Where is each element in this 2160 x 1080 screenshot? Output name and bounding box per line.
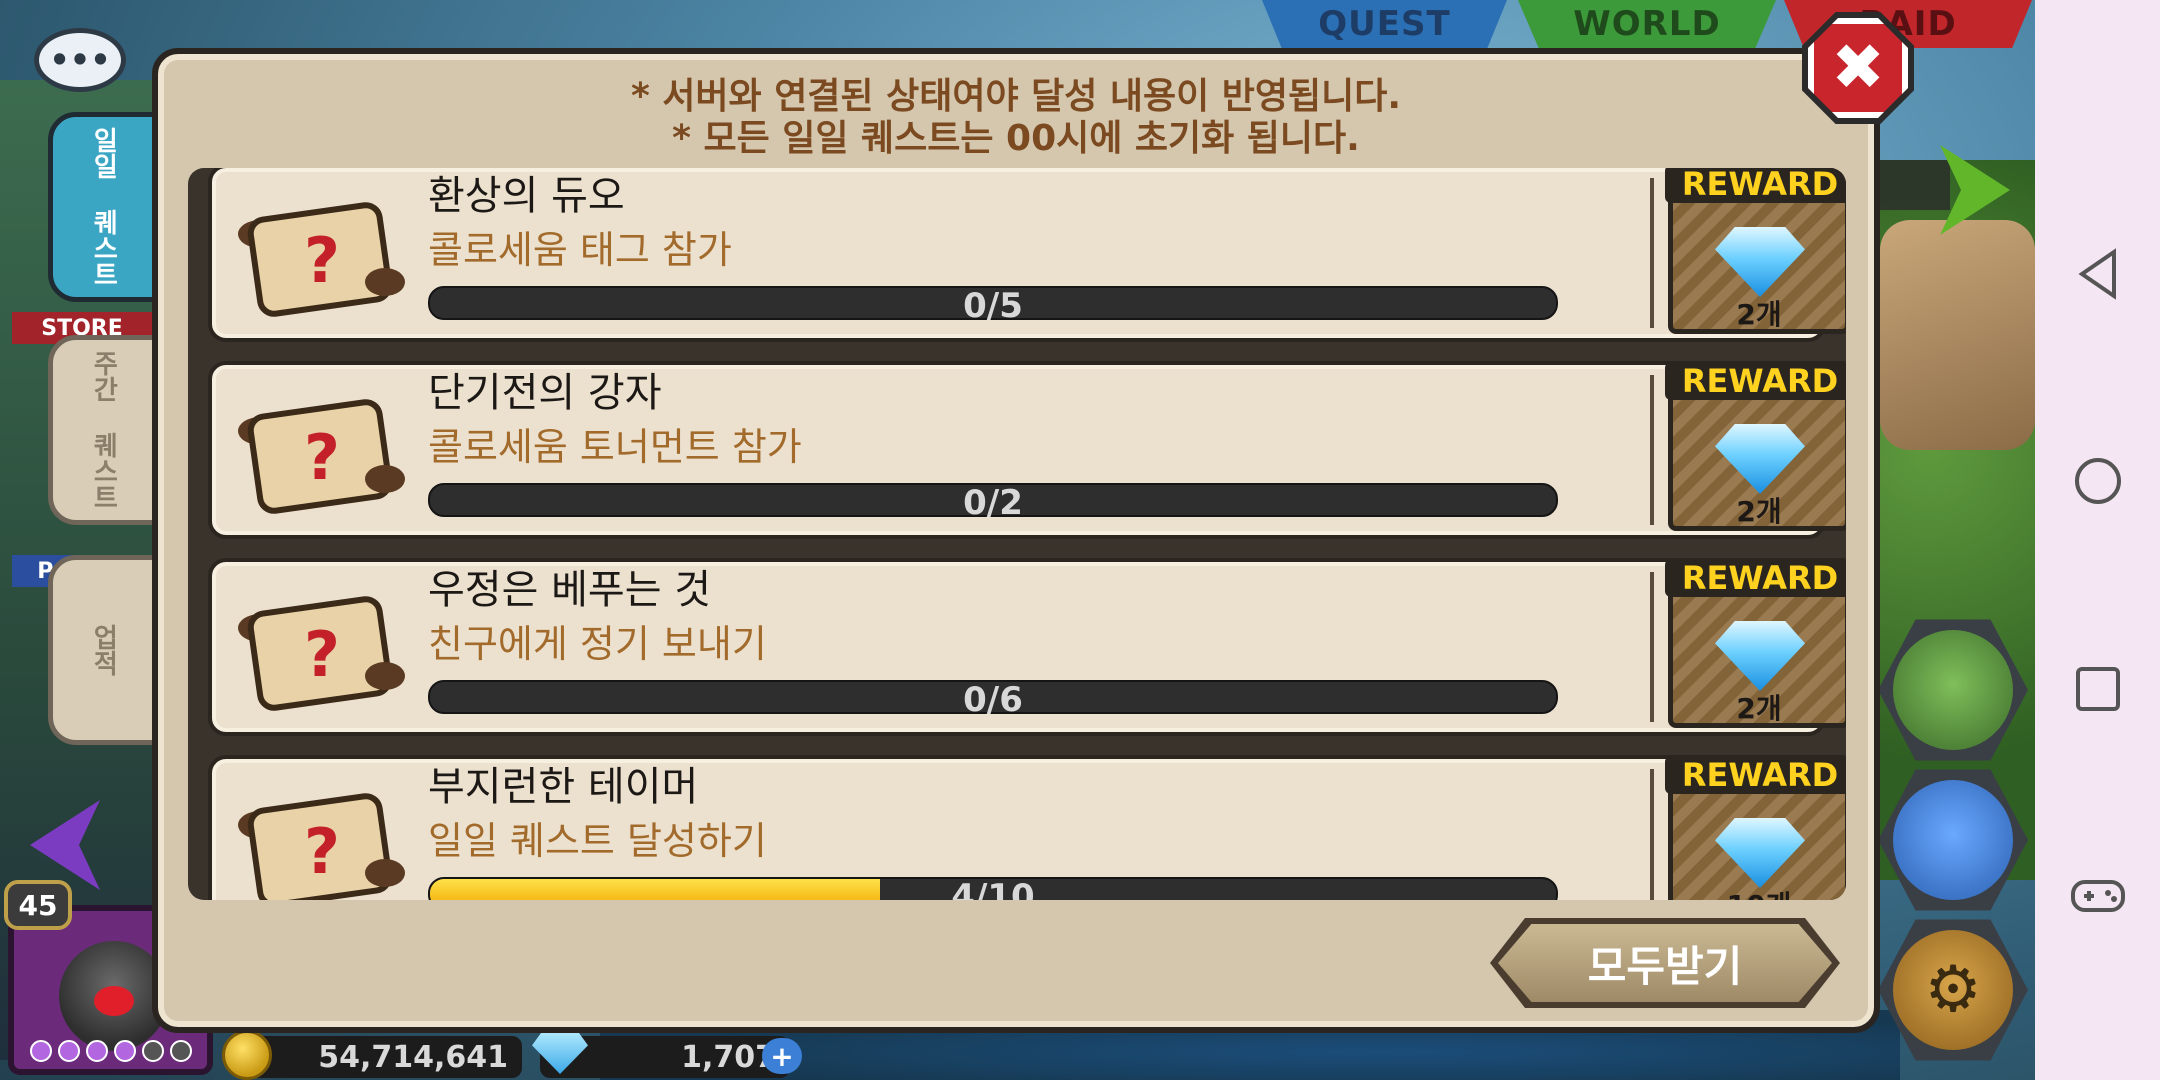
quest-scroll-icon: ? [238,793,405,900]
quest-title: 단기전의 강자 [428,370,662,416]
rank-dot [170,1040,192,1062]
tab-daily-quest[interactable]: 일일 퀘스트 [48,112,158,302]
modal-notice: * 서버와 연결된 상태여야 달성 내용이 반영됩니다. * 모든 일일 퀘스트… [158,76,1874,160]
reward-quantity: 2개 [1736,298,1782,331]
diamond-icon [1715,227,1805,297]
npc-face-icon [1893,630,2013,750]
recents-icon[interactable] [2068,659,2128,719]
svg-text:?: ? [304,224,340,297]
reward-quantity: 10개 [1673,884,1845,900]
quest-description: 콜로세움 토너먼트 참가 [428,425,802,469]
quest-scroll-icon: ? [238,596,405,711]
notice-line: * 서버와 연결된 상태여야 달성 내용이 반영됩니다. [630,76,1402,117]
rank-dot [114,1040,136,1062]
quest-item: ? 단기전의 강자 콜로세움 토너먼트 참가 0/2 REWARD 2개 [208,361,1846,539]
tab-achievement[interactable]: 업적 [48,555,158,745]
rank-dot [58,1040,80,1062]
claim-all-button[interactable]: 모두받기 [1498,924,1832,1002]
quest-title: 환상의 듀오 [428,173,625,219]
quest-item: ? 우정은 베푸는 것 친구에게 정기 보내기 0/6 REWARD 2개 [208,558,1846,736]
gear-icon: ⚙ [1893,930,2013,1050]
quest-description: 콜로세움 태그 참가 [428,228,732,272]
friends-icon [1893,780,2013,900]
quest-divider [1650,769,1654,900]
reward-label: REWARD [1665,559,1846,597]
add-gems-button[interactable]: + [762,1038,802,1074]
reward-quantity: 2개 [1736,692,1782,725]
rank-dot [86,1040,108,1062]
close-button[interactable]: ✖ [1808,18,1908,118]
svg-text:?: ? [304,815,340,888]
quest-divider [1650,375,1654,525]
reward-box[interactable]: REWARD 2개 [1665,558,1846,728]
quest-description: 일일 퀘스트 달성하기 [428,819,767,863]
quest-description: 친구에게 정기 보내기 [428,622,767,666]
back-icon[interactable] [2068,244,2128,304]
tab-world[interactable]: WORLD [1518,0,1776,48]
quest-progress-text: 4/10 [951,877,1035,900]
rank-dots [30,1040,192,1066]
quest-divider [1650,178,1654,328]
rank-dot [142,1040,164,1062]
tab-quest[interactable]: QUEST [1262,0,1507,48]
avatar-eye [94,986,134,1016]
quest-scroll-icon: ? [238,202,405,317]
svg-text:?: ? [304,618,340,691]
gold-amount: 54,714,641 [232,1036,522,1078]
rank-dot [30,1040,52,1062]
tab-weekly-quest[interactable]: 주간 퀘스트 [48,335,158,525]
gold-coin-icon [222,1030,272,1080]
quest-item: ? 환상의 듀오 콜로세움 태그 참가 0/5 REWARD 2개 [208,168,1846,342]
quest-progress-text: 0/2 [963,483,1023,523]
diamond-icon [1715,818,1805,888]
diamond-icon [1715,424,1805,494]
reward-label: REWARD [1665,362,1846,400]
quest-progress-text: 0/6 [963,680,1023,720]
reward-quantity: 2개 [1736,495,1782,528]
notice-line: * 모든 일일 퀘스트는 00시에 초기화 됩니다. [672,118,1360,159]
svg-text:?: ? [304,421,340,494]
chat-icon[interactable]: ••• [34,28,126,92]
quest-progress-text: 0/5 [963,286,1023,326]
gamepad-icon[interactable] [2068,866,2128,926]
android-nav-bar [2035,0,2160,1080]
quest-item: ? 부지런한 테이머 일일 퀘스트 달성하기 4/10 REWARD 10개 [208,755,1846,900]
quest-title: 부지런한 테이머 [428,764,699,810]
right-rocks [1880,220,2035,450]
quest-scroll-icon: ? [238,399,405,514]
reward-box[interactable]: REWARD 2개 [1665,361,1846,531]
diamond-icon [1715,621,1805,691]
reward-box[interactable]: REWARD 2개 [1665,168,1846,334]
reward-label: REWARD [1665,756,1846,794]
player-level: 45 [4,880,72,930]
home-icon[interactable] [2068,451,2128,511]
reward-box[interactable]: REWARD 10개 [1665,755,1846,900]
quest-title: 우정은 베푸는 것 [428,567,712,613]
reward-label: REWARD [1665,168,1846,203]
quest-divider [1650,572,1654,722]
quest-list[interactable]: ? 환상의 듀오 콜로세움 태그 참가 0/5 REWARD 2개 ? 단기전의… [188,168,1846,900]
